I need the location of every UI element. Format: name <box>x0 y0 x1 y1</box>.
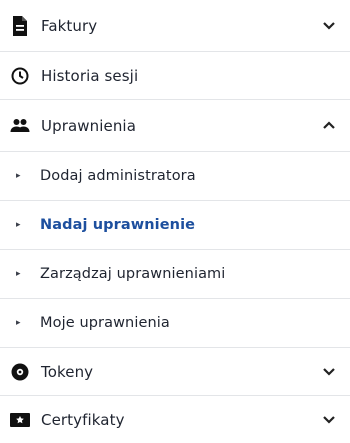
clock-icon <box>10 66 30 86</box>
bullet-icon: ▸ <box>16 269 21 279</box>
nav-item-historia-sesji[interactable]: Historia sesji <box>0 52 350 100</box>
chevron-down-icon[interactable] <box>320 411 338 429</box>
nav-item-tokeny[interactable]: Tokeny <box>0 348 350 396</box>
subnav-item-zarzadzaj-uprawnieniami[interactable]: ▸ Zarządzaj uprawnieniami <box>0 250 350 299</box>
nav-label-uprawnienia: Uprawnienia <box>41 116 136 135</box>
nav-item-faktury[interactable]: Faktury <box>0 0 350 52</box>
nav-label-historia-sesji: Historia sesji <box>41 66 139 85</box>
subnav-label: Dodaj administratora <box>40 168 196 184</box>
chevron-up-icon[interactable] <box>320 117 338 135</box>
subnav-label: Moje uprawnienia <box>40 315 170 331</box>
nav-label-faktury: Faktury <box>41 16 98 35</box>
nav-label-tokeny: Tokeny <box>41 362 94 381</box>
subnav-item-nadaj-uprawnienie[interactable]: ▸ Nadaj uprawnienie <box>0 201 350 250</box>
subnav-item-dodaj-administratora[interactable]: ▸ Dodaj administratora <box>0 152 350 201</box>
bullet-icon: ▸ <box>16 220 21 230</box>
subnav-label-active: Nadaj uprawnienie <box>40 217 196 233</box>
nav-item-uprawnienia[interactable]: Uprawnienia <box>0 100 350 152</box>
users-icon <box>10 116 30 136</box>
nav-label-certyfikaty: Certyfikaty <box>41 410 125 429</box>
sidebar-nav: Faktury Historia sesji Uprawnienia ▸ Dod… <box>0 0 350 443</box>
nav-item-certyfikaty[interactable]: Certyfikaty <box>0 396 350 443</box>
bullet-icon: ▸ <box>16 171 21 181</box>
token-icon <box>10 362 30 382</box>
document-icon <box>10 15 30 36</box>
bullet-icon: ▸ <box>16 318 21 328</box>
chevron-down-icon[interactable] <box>320 17 338 35</box>
chevron-down-icon[interactable] <box>320 363 338 381</box>
subnav-item-moje-uprawnienia[interactable]: ▸ Moje uprawnienia <box>0 299 350 348</box>
certificate-icon <box>10 410 30 430</box>
subnav-label: Zarządzaj uprawnieniami <box>40 266 226 282</box>
